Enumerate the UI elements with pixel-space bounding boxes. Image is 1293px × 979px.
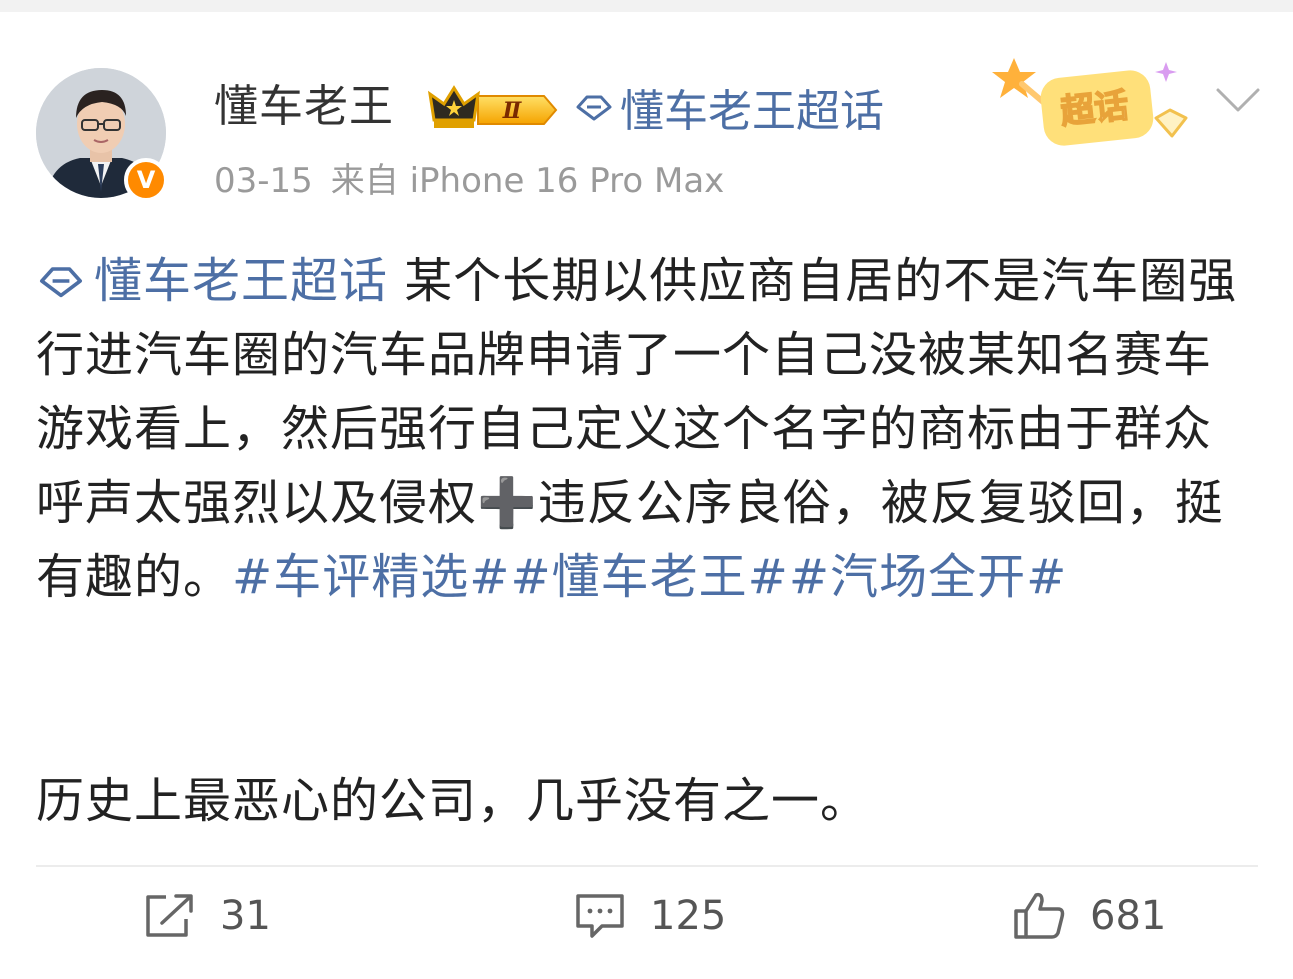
- share-icon: [146, 894, 193, 937]
- chaohua-label: 超话: [1059, 86, 1131, 133]
- like-count: 681: [1090, 893, 1167, 939]
- plus-emoji: ➕: [477, 475, 538, 531]
- share-count: 31: [220, 893, 271, 939]
- author-name[interactable]: 懂车老王: [214, 76, 394, 138]
- body-supertopic-label: 懂车老王超话: [94, 253, 389, 309]
- body-supertopic-link[interactable]: 懂车老王超话: [36, 253, 388, 309]
- post-body: 懂车老王超话 某个长期以供应商自居的不是汽车圈强行进汽车圈的汽车品牌申请了一个自…: [36, 244, 1258, 614]
- top-separator: [0, 0, 1293, 12]
- share-button[interactable]: 31: [144, 884, 271, 948]
- diamond-topic-icon: [40, 267, 82, 298]
- chevron-down-icon[interactable]: [1214, 84, 1262, 116]
- post-source: 来自 iPhone 16 Pro Max: [330, 161, 725, 201]
- chaohua-badge-icon[interactable]: 超话: [992, 54, 1198, 150]
- comment-button[interactable]: 125: [574, 884, 726, 948]
- like-icon: [1014, 892, 1065, 939]
- like-button[interactable]: 681: [1012, 884, 1166, 948]
- comment-icon: [576, 894, 624, 938]
- comment-count: 125: [650, 893, 727, 939]
- supertopic-label: 懂车老王超话: [620, 86, 884, 137]
- hashtag-links[interactable]: #车评精选##懂车老王##汽场全开#: [232, 549, 1067, 605]
- post-body-paragraph2: 历史上最恶心的公司，几乎没有之一。: [36, 773, 870, 829]
- supertopic-link[interactable]: 懂车老王超话: [574, 76, 884, 138]
- post-meta: 03-15 来自 iPhone 16 Pro Max: [214, 158, 724, 204]
- crown-level-icon[interactable]: Ⅱ: [427, 82, 558, 134]
- divider: [36, 865, 1258, 867]
- weibo-post-card: V 懂车老王 Ⅱ 懂车老王超话 03-15 来自 iPhone 16 Pro M…: [0, 12, 1293, 979]
- post-date: 03-15: [214, 161, 313, 201]
- diamond-topic-icon: [576, 95, 612, 121]
- v-verified-icon: V: [124, 158, 168, 202]
- level-number: Ⅱ: [502, 98, 523, 124]
